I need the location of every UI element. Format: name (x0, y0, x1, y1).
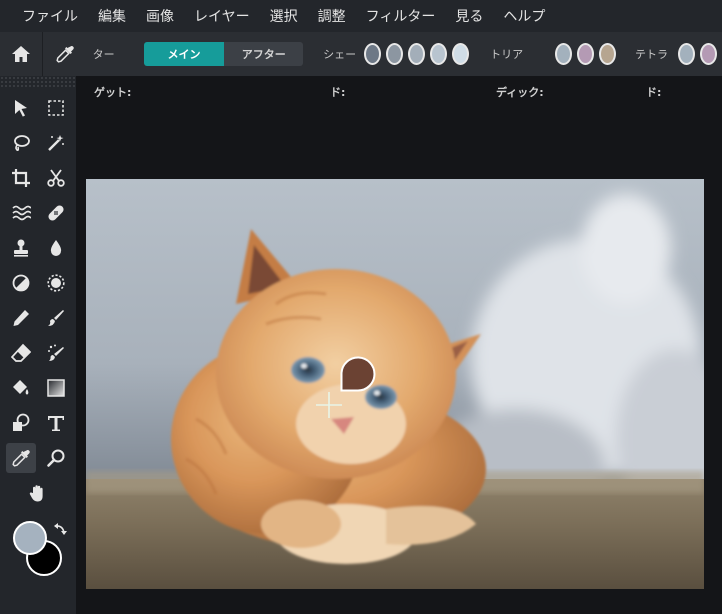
magnifier-icon (47, 449, 65, 467)
menu-layer[interactable]: レイヤー (194, 6, 250, 26)
menu-image[interactable]: 画像 (146, 6, 174, 26)
gradient-tool[interactable] (41, 373, 71, 403)
kitten-photo[interactable] (86, 179, 704, 589)
hand-icon (29, 485, 43, 502)
menu-help[interactable]: ヘルプ (503, 6, 545, 26)
bucket-tool[interactable] (6, 373, 36, 403)
picked-color-indicator (340, 356, 376, 392)
zoom-tool[interactable] (41, 443, 71, 473)
info-col3: ディック: (496, 86, 544, 99)
tetrad-swatch[interactable] (678, 43, 695, 65)
eraser-icon (11, 343, 31, 362)
eyedropper-icon (56, 46, 74, 63)
crop-tool[interactable] (6, 163, 36, 193)
panel-grip[interactable] (0, 76, 76, 88)
eraser-tool[interactable] (6, 338, 36, 368)
text-t-icon (48, 416, 64, 431)
triad-swatch[interactable] (555, 43, 572, 65)
menu-view[interactable]: 見る (455, 6, 483, 26)
app-window: ファイル 編集 画像 レイヤー 選択 調整 フィルター 見る ヘルプ ター メイ… (0, 0, 722, 614)
sun-icon (47, 274, 65, 292)
lasso-icon (14, 135, 30, 151)
shade-swatch[interactable] (386, 43, 404, 65)
shapes-icon (13, 413, 30, 431)
tetrad-label: テトラ (635, 48, 668, 61)
after-toggle-button[interactable]: アフター (224, 42, 304, 66)
bandage-icon (48, 205, 64, 221)
brush-tool[interactable] (41, 303, 71, 333)
half-circle-icon (12, 274, 30, 292)
magic-wand-tool[interactable] (41, 128, 71, 158)
hand-tool[interactable] (23, 478, 53, 508)
shape-tool[interactable] (6, 408, 36, 438)
swap-colors-button[interactable] (52, 522, 68, 538)
waves-icon (12, 205, 31, 221)
brush-icon (48, 310, 64, 326)
stamp-tool[interactable] (6, 233, 36, 263)
home-icon (12, 46, 31, 62)
liquify-tool[interactable] (6, 198, 36, 228)
info-col2: ド: (330, 86, 346, 99)
shade-swatch[interactable] (408, 43, 426, 65)
scissors-icon (47, 169, 65, 187)
shade-swatch[interactable] (364, 43, 382, 65)
foreground-color-swatch[interactable] (13, 521, 47, 555)
shade-swatch[interactable] (452, 43, 470, 65)
triad-label: トリア (490, 48, 524, 61)
stamp-icon (14, 239, 28, 257)
marquee-tool[interactable] (41, 93, 71, 123)
shade-swatch[interactable] (430, 43, 448, 65)
sponge-tool[interactable] (41, 268, 71, 298)
arrow-icon (15, 100, 27, 117)
pencil-tool[interactable] (6, 303, 36, 333)
shade-label: シェー (323, 48, 357, 61)
options-bar: ター メイン アフター シェー トリア テトラ (0, 32, 722, 76)
triad-swatch[interactable] (577, 43, 594, 65)
target-label: ター (92, 48, 115, 61)
canvas-area[interactable] (76, 104, 722, 614)
text-tool[interactable] (41, 408, 71, 438)
home-button[interactable] (0, 32, 44, 76)
menu-adjust[interactable]: 調整 (318, 6, 346, 26)
tetrad-swatch[interactable] (700, 43, 717, 65)
triad-swatch[interactable] (599, 43, 616, 65)
move-tool[interactable] (6, 93, 36, 123)
main-toggle-button[interactable]: メイン (143, 42, 225, 66)
dodge-tool[interactable] (6, 268, 36, 298)
brush-sparkle-icon (48, 344, 64, 361)
magic-wand-icon (48, 135, 64, 151)
lasso-tool[interactable] (6, 128, 36, 158)
eyedropper-options-button[interactable] (43, 32, 86, 76)
menu-file[interactable]: ファイル (22, 6, 78, 26)
blur-tool[interactable] (41, 233, 71, 263)
paint-bucket-icon (13, 380, 29, 395)
info-col4: ド: (646, 86, 662, 99)
eyedropper-tool[interactable] (6, 443, 36, 473)
menu-bar: ファイル 編集 画像 レイヤー 選択 調整 フィルター 見る ヘルプ (0, 0, 722, 32)
eyedropper-icon (12, 450, 30, 467)
crop-icon (12, 169, 30, 187)
dashed-rect-icon (48, 100, 64, 116)
tool-panel (0, 76, 76, 614)
drop-icon (50, 240, 62, 256)
cut-tool[interactable] (41, 163, 71, 193)
menu-select[interactable]: 選択 (270, 6, 298, 26)
pencil-icon (13, 310, 29, 326)
swap-arrows-icon (54, 523, 67, 535)
color-replace-tool[interactable] (41, 338, 71, 368)
menu-filter[interactable]: フィルター (366, 6, 436, 26)
menu-edit[interactable]: 編集 (98, 6, 126, 26)
healing-tool[interactable] (41, 198, 71, 228)
gradient-icon (47, 379, 65, 397)
crosshair-cursor (316, 392, 342, 418)
info-row: ゲット: ド: ディック: ド: (76, 76, 722, 104)
info-target: ゲット: (94, 86, 132, 99)
